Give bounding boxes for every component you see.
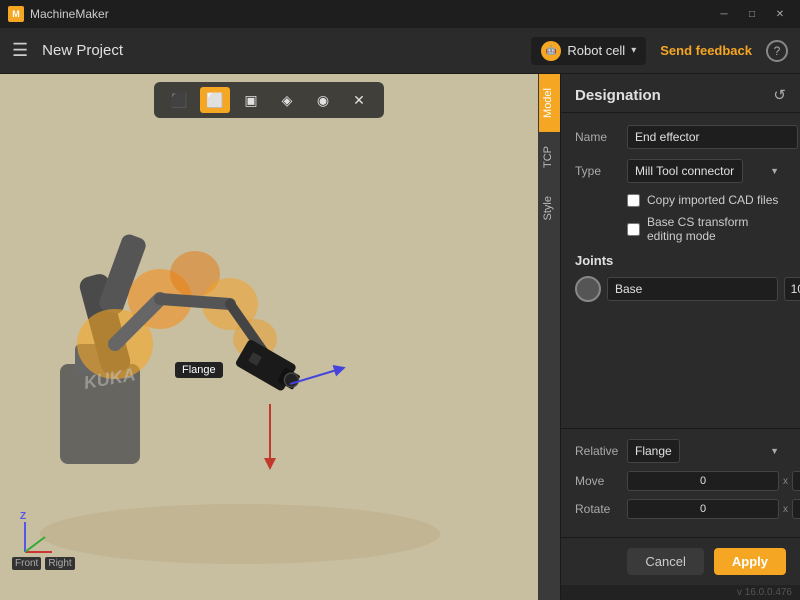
title-bar: M MachineMaker ─ □ ✕ [0,0,800,28]
move-x-input[interactable] [627,471,779,491]
copy-cad-checkbox-row[interactable]: Copy imported CAD files [627,193,786,207]
cancel-button[interactable]: Cancel [627,548,703,575]
rotate-x-input[interactable] [627,499,779,519]
robot-cell-selector[interactable]: 🤖 Robot cell ▾ [531,37,646,65]
type-label: Type [575,164,627,178]
relative-select-wrapper: Flange Base World [627,439,786,463]
apply-button[interactable]: Apply [714,548,786,575]
svg-text:Z: Z [20,511,26,522]
window-controls: ─ □ ✕ [712,6,792,22]
joint-pct-input[interactable] [784,277,800,301]
maximize-button[interactable]: □ [740,6,764,22]
app-title: MachineMaker [30,7,712,21]
type-field-row: Type Mill Tool connector Generic connect… [575,159,786,183]
panel-title: Designation [575,87,661,104]
move-y-input[interactable] [792,471,800,491]
joint-row: 👁 [575,276,786,302]
type-select[interactable]: Mill Tool connector Generic connector Ro… [627,159,743,183]
menu-icon[interactable]: ☰ [12,40,28,61]
robot-cell-label: Robot cell [567,43,625,58]
side-tabs: Model TCP Style [538,74,560,600]
close-button[interactable]: ✕ [768,6,792,22]
move-label: Move [575,474,627,488]
action-bar: Cancel Apply [561,537,800,585]
rotate-y-input[interactable] [792,499,800,519]
copy-cad-checkbox[interactable] [627,194,640,207]
axis-indicator: Z Front Right [10,507,75,570]
feedback-button[interactable]: Send feedback [660,43,752,58]
rotate-field-row: Rotate x y z [575,499,786,519]
name-input[interactable] [627,125,798,149]
base-cs-checkbox[interactable] [627,223,640,236]
flange-label: Flange [175,362,223,378]
type-select-wrapper: Mill Tool connector Generic connector Ro… [627,159,786,183]
refresh-icon[interactable]: ↺ [773,86,786,104]
joints-heading: Joints [575,253,786,268]
help-button[interactable]: ? [766,40,788,62]
minimize-button[interactable]: ─ [712,6,736,22]
relative-field-row: Relative Flange Base World [575,439,786,463]
front-label: Front [12,557,41,570]
top-bar: ☰ New Project 🤖 Robot cell ▾ Send feedba… [0,28,800,74]
panel-bottom: Relative Flange Base World Move x y [561,428,800,537]
viewport[interactable]: ⬛ ⬜ ▣ ◈ ◉ ✕ [0,74,538,600]
base-cs-checkbox-row[interactable]: Base CS transform editing mode [627,215,786,243]
chevron-down-icon: ▾ [631,45,636,56]
relative-select[interactable]: Flange Base World [627,439,680,463]
joint-circle [575,276,601,302]
move-coords: x y z [627,471,800,491]
name-label: Name [575,130,627,144]
panel-body: Name Type Mill Tool connector Generic co… [561,113,800,428]
style-tab[interactable]: Style [539,182,560,234]
joint-name-input[interactable] [607,277,778,301]
robot-icon: 🤖 [541,41,561,61]
version-bar: v 16.0.0.476 [561,585,800,600]
model-tab[interactable]: Model [539,74,560,132]
rotate-label: Rotate [575,502,627,516]
base-cs-label: Base CS transform editing mode [647,215,786,243]
copy-cad-label: Copy imported CAD files [647,193,778,207]
panel-header: Designation ↺ [561,74,800,113]
app-icon: M [8,6,24,22]
name-field-row: Name [575,125,786,149]
rotate-coords: x y z [627,499,800,519]
project-name: New Project [42,42,531,59]
tcp-tab[interactable]: TCP [539,132,560,182]
main-area: ⬛ ⬜ ▣ ◈ ◉ ✕ [0,74,800,600]
relative-label: Relative [575,444,627,458]
right-panel: Designation ↺ Name Type Mill Tool connec… [560,74,800,600]
3d-scene: KUKA Flange Z Front Right [0,74,538,600]
right-label: Right [45,557,74,570]
move-field-row: Move x y z [575,471,786,491]
